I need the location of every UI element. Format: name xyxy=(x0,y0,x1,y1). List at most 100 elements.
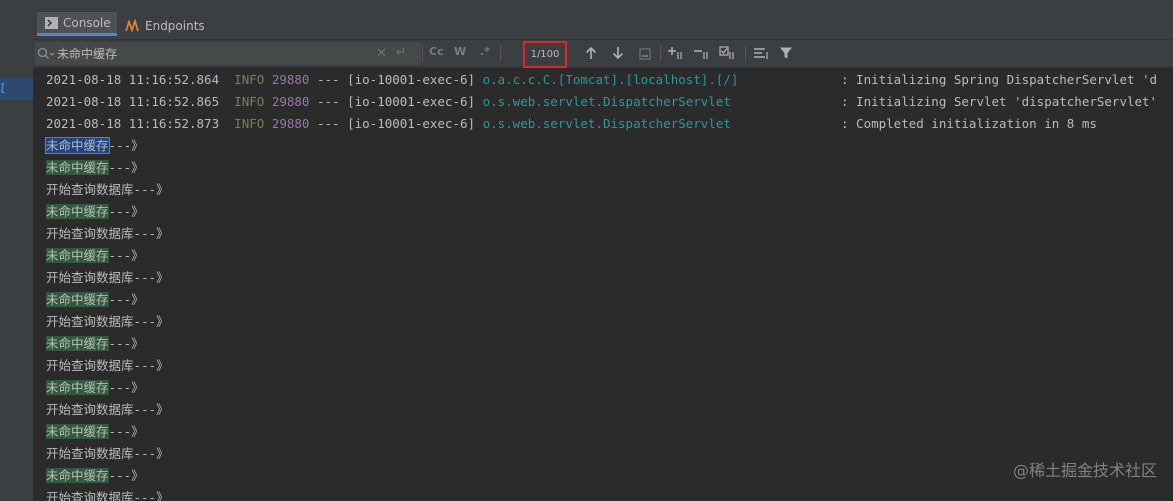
output-text: ---》 xyxy=(108,292,144,307)
arrow-down-icon xyxy=(612,45,624,64)
tab-endpoints[interactable]: Endpoints xyxy=(125,12,225,39)
new-line-icon[interactable]: ↵ xyxy=(396,45,406,59)
search-match: 未命中缓存 xyxy=(46,292,109,307)
output-line: 开始查询数据库---》 xyxy=(46,399,169,421)
endpoints-icon xyxy=(125,18,140,33)
log-logger: o.s.web.servlet.DispatcherServlet xyxy=(482,116,731,131)
tool-window-tabbar: Console Endpoints xyxy=(33,12,1173,40)
output-text: 开始查询数据库---》 xyxy=(46,402,169,417)
current-search-match: 未命中缓存 xyxy=(45,137,110,154)
next-occurrence-button[interactable] xyxy=(609,45,627,63)
search-match: 未命中缓存 xyxy=(46,380,109,395)
output-line: 开始查询数据库---》 xyxy=(46,311,169,333)
log-logger: o.s.web.servlet.DispatcherServlet xyxy=(482,94,731,109)
output-line: 开始查询数据库---》 xyxy=(46,179,169,201)
search-match: 未命中缓存 xyxy=(46,204,109,219)
output-line: 开始查询数据库---》 xyxy=(46,487,169,501)
log-level: INFO xyxy=(234,94,265,109)
output-line: 未命中缓存---》 xyxy=(46,201,144,223)
watermark: @稀土掘金技术社区 xyxy=(1012,461,1157,480)
match-counter: 1/100 xyxy=(523,41,567,68)
toolbar-separator xyxy=(745,45,746,62)
output-line: 开始查询数据库---》 xyxy=(46,267,169,289)
output-line: 未命中缓存---》 xyxy=(46,157,144,179)
log-time: 11:16:52.873 xyxy=(128,116,220,131)
check-selection-icon xyxy=(719,45,737,64)
console-output[interactable]: 2021-08-18 11:16:52.864 INFO 29880 --- [… xyxy=(34,68,1173,501)
log-message: : Initializing Servlet 'dispatcherServle… xyxy=(841,94,1158,109)
arrow-up-icon xyxy=(585,45,597,64)
left-panel-selected-text: l xyxy=(0,82,6,96)
search-options-button[interactable] xyxy=(752,45,770,63)
select-all-icon xyxy=(639,45,651,64)
tab-endpoints-label: Endpoints xyxy=(145,18,205,33)
log-time: 11:16:52.865 xyxy=(128,94,220,109)
search-history-icon[interactable] xyxy=(37,46,55,65)
output-line: 开始查询数据库---》 xyxy=(46,355,169,377)
add-selection-button[interactable] xyxy=(667,45,685,63)
search-field[interactable]: ✕ ↵ xyxy=(35,42,421,65)
output-line: 未命中缓存---》 xyxy=(46,377,144,399)
output-text: 开始查询数据库---》 xyxy=(46,446,169,461)
log-level: INFO xyxy=(234,72,265,87)
toolbar-separator xyxy=(660,45,661,62)
log-date: 2021-08-18 xyxy=(46,72,122,87)
output-text: ---》 xyxy=(108,248,144,263)
log-message: : Completed initialization in 8 ms xyxy=(841,116,1097,131)
output-text: 开始查询数据库---》 xyxy=(46,490,169,501)
output-text: ---》 xyxy=(108,138,144,153)
toolbar-separator xyxy=(500,45,501,62)
output-text: 开始查询数据库---》 xyxy=(46,182,169,197)
match-case-toggle[interactable]: Cc xyxy=(429,45,444,58)
output-text: 开始查询数据库---》 xyxy=(46,314,169,329)
output-line: 未命中缓存---》 xyxy=(46,245,144,267)
output-text: ---》 xyxy=(108,380,144,395)
output-text: 开始查询数据库---》 xyxy=(46,270,169,285)
log-pid: 29880 xyxy=(271,116,310,131)
log-separator: --- xyxy=(316,116,340,131)
search-match: 未命中缓存 xyxy=(46,424,109,439)
search-input[interactable] xyxy=(57,42,367,65)
left-tool-panel: l xyxy=(0,12,34,501)
log-line: 2021-08-18 11:16:52.864 INFO 29880 --- [… xyxy=(46,69,738,91)
previous-occurrence-button[interactable] xyxy=(582,45,600,63)
output-text: 开始查询数据库---》 xyxy=(46,358,169,373)
output-line: 未命中缓存---》 xyxy=(45,135,144,157)
log-date: 2021-08-18 xyxy=(46,116,122,131)
log-thread: [io-10001-exec-6] xyxy=(347,72,476,87)
regex-toggle[interactable]: .* xyxy=(480,45,490,58)
search-match: 未命中缓存 xyxy=(46,248,109,263)
output-text: ---》 xyxy=(108,468,144,483)
list-options-icon xyxy=(753,45,769,64)
words-toggle[interactable]: W xyxy=(454,45,466,58)
output-line: 未命中缓存---》 xyxy=(46,333,144,355)
filter-icon xyxy=(779,45,793,64)
log-pid: 29880 xyxy=(271,72,310,87)
match-counter-text: 1/100 xyxy=(530,49,560,60)
search-match: 未命中缓存 xyxy=(46,336,109,351)
log-logger: o.a.c.c.C.[Tomcat].[localhost].[/] xyxy=(482,72,739,87)
select-all-occurrences-button[interactable] xyxy=(636,45,654,63)
output-text: ---》 xyxy=(108,160,144,175)
output-line: 未命中缓存---》 xyxy=(46,421,144,443)
output-line: 未命中缓存---》 xyxy=(46,465,144,487)
output-text: 开始查询数据库---》 xyxy=(46,226,169,241)
log-line: 2021-08-18 11:16:52.873 INFO 29880 --- [… xyxy=(46,113,731,135)
log-date: 2021-08-18 xyxy=(46,94,122,109)
select-all-matches-button[interactable] xyxy=(719,45,737,63)
log-separator: --- xyxy=(316,94,340,109)
search-match: 未命中缓存 xyxy=(46,160,109,175)
output-text: ---》 xyxy=(108,424,144,439)
log-line: 2021-08-18 11:16:52.865 INFO 29880 --- [… xyxy=(46,91,731,113)
clear-search-icon[interactable]: ✕ xyxy=(376,46,387,61)
find-toolbar: ✕ ↵ Cc W .* 1/100 xyxy=(33,40,1173,68)
output-text: ---》 xyxy=(108,204,144,219)
filter-button[interactable] xyxy=(777,45,795,63)
log-level: INFO xyxy=(234,116,265,131)
unselect-occurrence-button[interactable] xyxy=(693,45,711,63)
toolbar-separator xyxy=(422,45,423,62)
log-pid: 29880 xyxy=(271,94,310,109)
tab-console[interactable]: Console xyxy=(37,12,117,36)
log-thread: [io-10001-exec-6] xyxy=(347,116,476,131)
unselect-icon xyxy=(693,45,711,64)
